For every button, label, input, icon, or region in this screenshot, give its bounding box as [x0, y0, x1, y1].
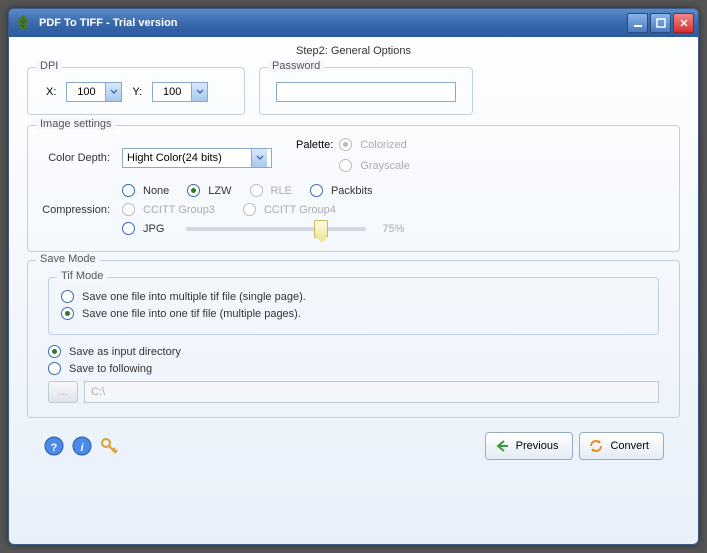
dpi-legend: DPI	[36, 60, 62, 72]
dpi-x-input[interactable]	[67, 83, 105, 101]
refresh-icon	[588, 438, 604, 454]
password-group: Password	[259, 67, 473, 115]
app-logo-icon	[13, 13, 33, 33]
chevron-down-icon[interactable]	[191, 83, 207, 101]
compression-jpg-radio[interactable]	[122, 222, 135, 235]
svg-text:?: ?	[51, 442, 58, 454]
palette-colorized-radio	[339, 138, 352, 151]
color-depth-label: Color Depth:	[40, 152, 116, 164]
save-input-dir-radio[interactable]	[48, 345, 61, 358]
app-window: PDF To TIFF - Trial version Step2: Gener…	[8, 8, 699, 545]
arrow-left-icon	[494, 438, 510, 454]
convert-button[interactable]: Convert	[579, 432, 664, 460]
jpg-quality-slider[interactable]	[186, 227, 366, 231]
close-button[interactable]	[673, 13, 694, 33]
compression-ccitt3-label: CCITT Group3	[143, 204, 215, 216]
palette-grayscale-label: Grayscale	[360, 160, 410, 172]
tif-multi-page-label[interactable]: Save one file into one tif file (multipl…	[82, 308, 301, 320]
color-depth-dropdown[interactable]	[122, 148, 272, 168]
image-settings-legend: Image settings	[36, 118, 116, 130]
compression-packbits-radio[interactable]	[310, 184, 323, 197]
palette-label: Palette:	[296, 138, 333, 151]
compression-rle-radio	[250, 184, 263, 197]
dpi-x-label: X:	[46, 86, 56, 98]
save-following-radio[interactable]	[48, 362, 61, 375]
compression-packbits-label[interactable]: Packbits	[331, 185, 373, 197]
compression-ccitt4-label: CCITT Group4	[264, 204, 336, 216]
window-title: PDF To TIFF - Trial version	[39, 17, 625, 29]
tif-multi-page-radio[interactable]	[61, 307, 74, 320]
tif-single-page-radio[interactable]	[61, 290, 74, 303]
footer: ? i Previous Convert	[27, 426, 680, 460]
dpi-y-input[interactable]	[153, 83, 191, 101]
chevron-down-icon[interactable]	[105, 83, 121, 101]
help-icon[interactable]: ?	[43, 435, 65, 457]
color-depth-value[interactable]	[123, 149, 251, 167]
slider-thumb[interactable]	[314, 220, 328, 238]
dpi-x-dropdown[interactable]	[66, 82, 122, 102]
palette-grayscale-radio	[339, 159, 352, 172]
save-input-dir-label[interactable]: Save as input directory	[69, 346, 181, 358]
step-label: Step2: General Options	[27, 43, 680, 67]
previous-button[interactable]: Previous	[485, 432, 574, 460]
content-area: Step2: General Options DPI X: Y:	[9, 37, 698, 470]
compression-label: Compression:	[40, 204, 116, 216]
password-legend: Password	[268, 60, 324, 72]
save-mode-legend: Save Mode	[36, 253, 100, 265]
dpi-y-label: Y:	[132, 86, 142, 98]
compression-lzw-label[interactable]: LZW	[208, 185, 231, 197]
previous-label: Previous	[516, 440, 559, 452]
password-input[interactable]	[276, 82, 456, 102]
compression-none-radio[interactable]	[122, 184, 135, 197]
compression-ccitt3-radio	[122, 203, 135, 216]
palette-colorized-label: Colorized	[360, 139, 406, 151]
save-following-label[interactable]: Save to following	[69, 363, 152, 375]
maximize-button[interactable]	[650, 13, 671, 33]
compression-none-label[interactable]: None	[143, 185, 169, 197]
tif-mode-legend: Tif Mode	[57, 270, 107, 282]
chevron-down-icon[interactable]	[251, 149, 267, 167]
key-icon[interactable]	[99, 435, 121, 457]
jpg-quality-value: 75%	[382, 223, 404, 235]
info-icon[interactable]: i	[71, 435, 93, 457]
image-settings-group: Image settings Color Depth: Palette: Col…	[27, 125, 680, 252]
dpi-group: DPI X: Y:	[27, 67, 245, 115]
dpi-y-dropdown[interactable]	[152, 82, 208, 102]
tif-mode-group: Tif Mode Save one file into multiple tif…	[48, 277, 659, 335]
compression-rle-label: RLE	[271, 185, 292, 197]
compression-jpg-label[interactable]: JPG	[143, 223, 164, 235]
convert-label: Convert	[610, 440, 649, 452]
compression-ccitt4-radio	[243, 203, 256, 216]
output-path-input	[84, 381, 659, 403]
titlebar: PDF To TIFF - Trial version	[9, 9, 698, 37]
browse-button: ...	[48, 381, 78, 403]
save-mode-group: Save Mode Tif Mode Save one file into mu…	[27, 260, 680, 418]
tif-single-page-label[interactable]: Save one file into multiple tif file (si…	[82, 291, 306, 303]
minimize-button[interactable]	[627, 13, 648, 33]
compression-lzw-radio[interactable]	[187, 184, 200, 197]
